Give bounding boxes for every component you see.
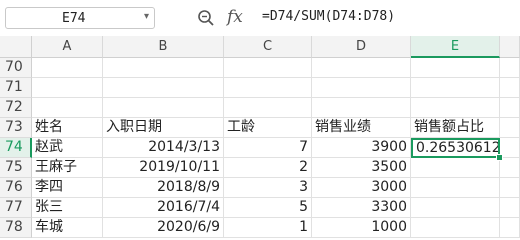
cell-d75[interactable]: 3500 bbox=[312, 158, 411, 178]
zoom-icon[interactable] bbox=[197, 9, 215, 27]
cell-f78[interactable] bbox=[500, 218, 520, 238]
cell-f76[interactable] bbox=[500, 178, 520, 198]
row-header-70[interactable]: 70 bbox=[0, 58, 32, 78]
cell-b71[interactable] bbox=[103, 78, 224, 98]
cell-f73[interactable] bbox=[500, 118, 520, 138]
cell-b76[interactable]: 2018/8/9 bbox=[103, 178, 224, 198]
cell-d78[interactable]: 1000 bbox=[312, 218, 411, 238]
cell-c76[interactable]: 3 bbox=[224, 178, 312, 198]
cell-d70[interactable] bbox=[312, 58, 411, 78]
cell-e77[interactable] bbox=[411, 198, 500, 218]
cell-e70[interactable] bbox=[411, 58, 500, 78]
cell-a77[interactable]: 张三 bbox=[32, 198, 103, 218]
cell-f72[interactable] bbox=[500, 98, 520, 118]
cell-a70[interactable] bbox=[32, 58, 103, 78]
cell-a76[interactable]: 李四 bbox=[32, 178, 103, 198]
cell-f74[interactable] bbox=[500, 138, 520, 158]
row-header-78[interactable]: 78 bbox=[0, 218, 32, 238]
cell-b73[interactable]: 入职日期 bbox=[103, 118, 224, 138]
column-header-d[interactable]: D bbox=[312, 36, 411, 58]
cell-b70[interactable] bbox=[103, 58, 224, 78]
cell-d76[interactable]: 3000 bbox=[312, 178, 411, 198]
cell-e72[interactable] bbox=[411, 98, 500, 118]
column-header-b[interactable]: B bbox=[103, 36, 224, 58]
column-header-a[interactable]: A bbox=[32, 36, 103, 58]
cell-b74[interactable]: 2014/3/13 bbox=[103, 138, 224, 158]
cell-c75[interactable]: 2 bbox=[224, 158, 312, 178]
column-header-e[interactable]: E bbox=[411, 36, 500, 58]
cell-c71[interactable] bbox=[224, 78, 312, 98]
cell-e73[interactable]: 销售额占比 bbox=[411, 118, 500, 138]
cell-d71[interactable] bbox=[312, 78, 411, 98]
spreadsheet-grid: A B C D E 70 71 72 73 姓名 入职日期 工龄 销售业绩 销售额占比 74 赵武 2014/3… bbox=[0, 36, 520, 238]
cell-d72[interactable] bbox=[312, 98, 411, 118]
cell-f77[interactable] bbox=[500, 198, 520, 218]
cell-a72[interactable] bbox=[32, 98, 103, 118]
cell-a74[interactable]: 赵武 bbox=[32, 138, 103, 158]
cell-e75[interactable] bbox=[411, 158, 500, 178]
column-header-c[interactable]: C bbox=[224, 36, 312, 58]
cell-c70[interactable] bbox=[224, 58, 312, 78]
cell-b72[interactable] bbox=[103, 98, 224, 118]
fill-handle[interactable] bbox=[496, 154, 503, 161]
cell-e76[interactable] bbox=[411, 178, 500, 198]
cell-a73[interactable]: 姓名 bbox=[32, 118, 103, 138]
cell-c72[interactable] bbox=[224, 98, 312, 118]
name-box[interactable]: E74 ▾ bbox=[5, 7, 155, 29]
cell-d73[interactable]: 销售业绩 bbox=[312, 118, 411, 138]
cell-f71[interactable] bbox=[500, 78, 520, 98]
column-header-next[interactable] bbox=[500, 36, 520, 58]
cell-e71[interactable] bbox=[411, 78, 500, 98]
row-header-75[interactable]: 75 bbox=[0, 158, 32, 178]
cell-f75[interactable] bbox=[500, 158, 520, 178]
cell-b75[interactable]: 2019/10/11 bbox=[103, 158, 224, 178]
cell-c78[interactable]: 1 bbox=[224, 218, 312, 238]
row-header-77[interactable]: 77 bbox=[0, 198, 32, 218]
cell-a71[interactable] bbox=[32, 78, 103, 98]
row-header-76[interactable]: 76 bbox=[0, 178, 32, 198]
cell-d74[interactable]: 3900 bbox=[312, 138, 411, 158]
formula-input[interactable]: =D74/SUM(D74:D78) bbox=[262, 9, 395, 24]
cell-e74[interactable]: 0.26530612 bbox=[411, 138, 500, 158]
cell-b78[interactable]: 2020/6/9 bbox=[103, 218, 224, 238]
cell-c73[interactable]: 工龄 bbox=[224, 118, 312, 138]
cell-e78[interactable] bbox=[411, 218, 500, 238]
chevron-down-icon[interactable]: ▾ bbox=[144, 11, 149, 22]
cell-c77[interactable]: 5 bbox=[224, 198, 312, 218]
row-header-73[interactable]: 73 bbox=[0, 118, 32, 138]
row-header-74[interactable]: 74 bbox=[0, 138, 32, 158]
name-box-value: E74 bbox=[62, 11, 86, 26]
cell-d77[interactable]: 3300 bbox=[312, 198, 411, 218]
cell-b77[interactable]: 2016/7/4 bbox=[103, 198, 224, 218]
select-all-corner[interactable] bbox=[0, 36, 32, 58]
formula-bar: E74 ▾ fx =D74/SUM(D74:D78) bbox=[0, 0, 520, 37]
cell-f70[interactable] bbox=[500, 58, 520, 78]
row-header-71[interactable]: 71 bbox=[0, 78, 32, 98]
cell-a78[interactable]: 车城 bbox=[32, 218, 103, 238]
cell-c74[interactable]: 7 bbox=[224, 138, 312, 158]
fx-icon[interactable]: fx bbox=[227, 7, 243, 27]
cell-a75[interactable]: 王麻子 bbox=[32, 158, 103, 178]
row-header-72[interactable]: 72 bbox=[0, 98, 32, 118]
